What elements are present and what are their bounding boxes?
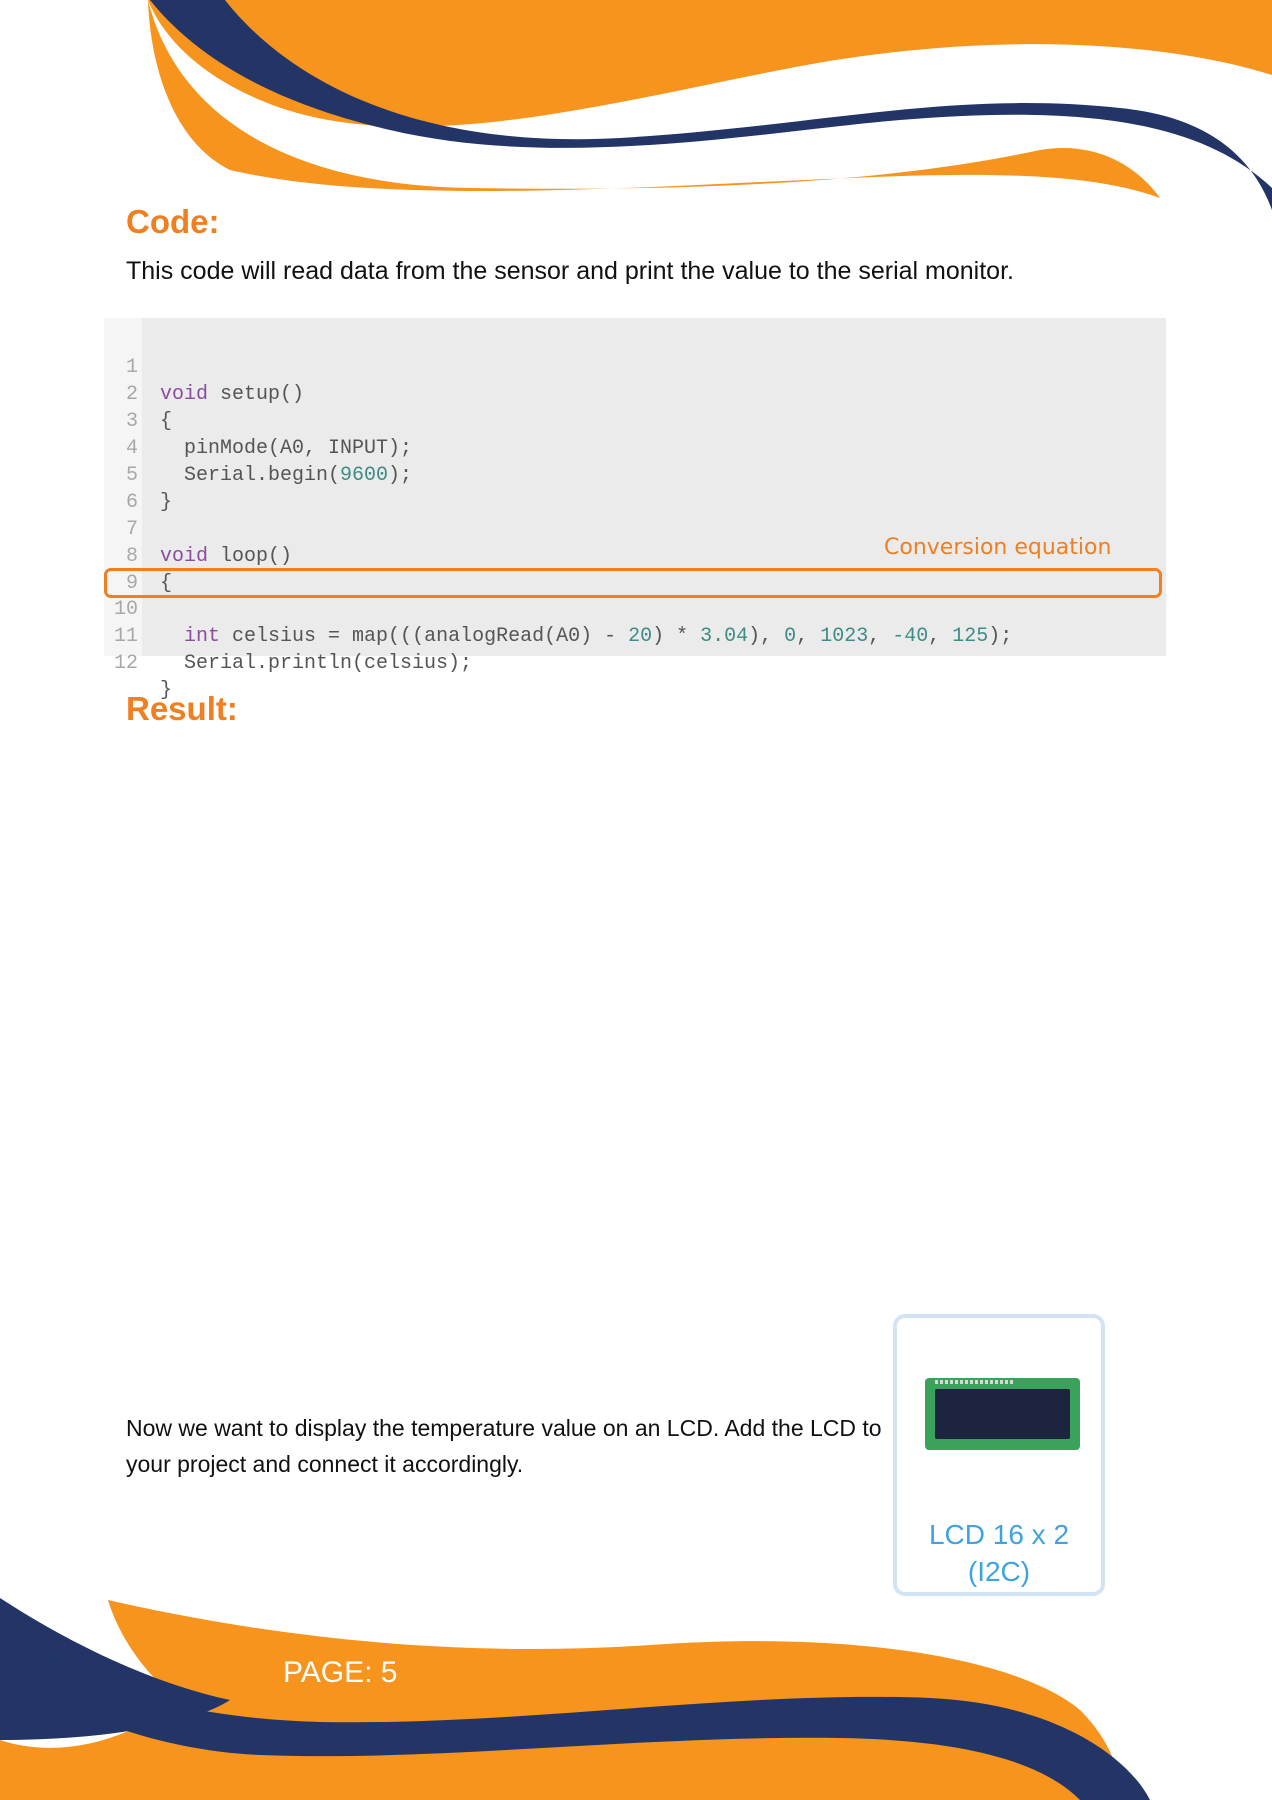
lcd-component-card[interactable]: LCD 16 x 2 (I2C) [893, 1314, 1105, 1596]
code-number: 3.04 [700, 625, 749, 648]
code-line: 4 Serial.begin(9600); [104, 408, 412, 487]
code-number: 0 [784, 625, 797, 648]
code-text: { [160, 410, 173, 433]
line-number: 12 [113, 652, 138, 675]
code-keyword: void [160, 383, 209, 406]
code-text: void setup() [160, 383, 305, 406]
bottom-wave-decoration [0, 1598, 1150, 1800]
code-text: pinMode(A0, INPUT); [160, 437, 413, 460]
code-line: 5 } [104, 435, 172, 514]
code-text: } [160, 491, 173, 514]
conversion-highlight-box [104, 568, 1162, 598]
code-number: 125 [952, 625, 989, 648]
code-number: 1023 [820, 625, 869, 648]
code-block: 1 void setup() 2 { 3 pinMode(A0, INPUT);… [104, 318, 1166, 702]
lcd-pin-header [935, 1380, 1015, 1384]
code-line: 2 { [104, 354, 172, 433]
code-intro-text: This code will read data from the sensor… [126, 257, 1014, 285]
lcd-caption-line1: LCD 16 x 2 [928, 1519, 1070, 1550]
code-keyword: void [160, 545, 209, 568]
code-keyword: int [184, 625, 221, 648]
lcd-display-screen [935, 1389, 1070, 1439]
code-text: void loop() [160, 545, 293, 568]
lcd-instruction-text: Now we want to display the temperature v… [126, 1415, 882, 1477]
code-number: 9600 [340, 464, 389, 487]
lcd-caption-line2: (I2C) [967, 1556, 1031, 1587]
top-wave-decoration [148, 0, 1272, 210]
code-number: -40 [892, 625, 929, 648]
conversion-equation-label: Conversion equation [884, 535, 1112, 560]
code-line: 6 [104, 462, 152, 514]
code-line: 12 } [104, 623, 172, 702]
code-number: 20 [628, 625, 653, 648]
code-heading: Code: [126, 203, 220, 240]
code-line: 8 { [104, 516, 172, 595]
code-line: 11 Serial.println(celsius); [104, 596, 472, 675]
code-line: 7 void loop() [104, 489, 292, 568]
code-text: int celsius = map(((analogRead(A0) - 20)… [184, 625, 1013, 648]
result-heading: Result: [126, 690, 238, 727]
code-text: Serial.println(celsius); [160, 652, 473, 675]
code-line: 3 pinMode(A0, INPUT); [104, 381, 412, 460]
lcd-module-icon [925, 1378, 1080, 1450]
lcd-caption: LCD 16 x 2 (I2C) [897, 1516, 1101, 1590]
code-line: 9 [104, 543, 152, 595]
code-text: Serial.begin(9600); [160, 464, 413, 487]
page-number: PAGE: 5 [283, 1656, 398, 1689]
code-line: 1 void setup() [104, 327, 304, 406]
